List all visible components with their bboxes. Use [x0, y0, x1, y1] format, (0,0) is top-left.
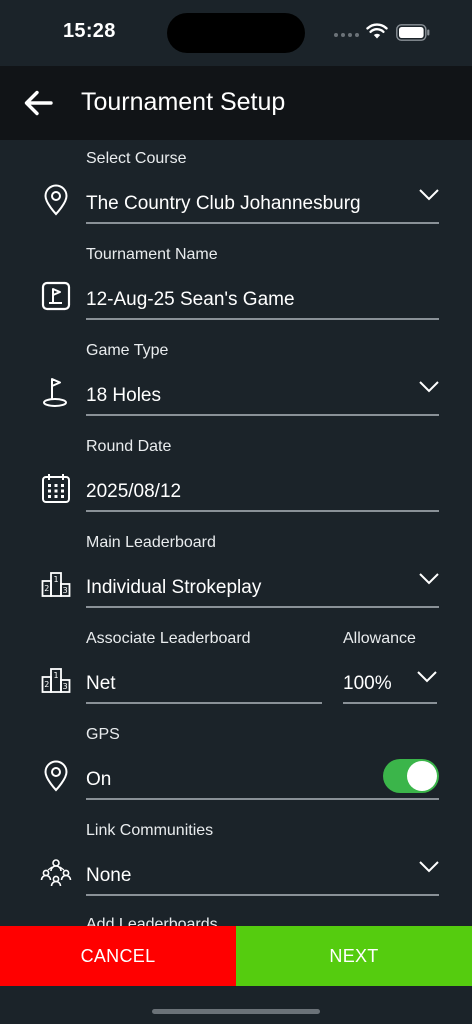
svg-text:3: 3: [63, 682, 68, 691]
gps-field: GPS On: [0, 716, 472, 812]
game-type-underline: [86, 414, 439, 416]
associate-leaderboard-value[interactable]: Net: [86, 673, 116, 695]
cellular-signal-icon: [334, 33, 359, 37]
svg-text:3: 3: [63, 586, 68, 595]
tournament-name-underline: [86, 318, 439, 320]
battery-icon: [396, 24, 430, 41]
golf-flag-icon: [38, 374, 74, 410]
status-bar: 15:28: [0, 0, 472, 66]
associate-leaderboard-row: Associate Leaderboard 1 2 3 Net Allowanc…: [0, 620, 472, 716]
podium-icon: 1 2 3: [38, 662, 74, 698]
course-value: The Country Club Johannesburg: [86, 193, 361, 214]
game-type-label: Game Type: [86, 342, 169, 359]
link-communities-value: None: [86, 865, 132, 886]
allowance-label: Allowance: [343, 630, 416, 647]
round-date-value: 2025/08/12: [86, 481, 182, 502]
link-communities-label: Link Communities: [86, 822, 214, 839]
svg-text:1: 1: [53, 575, 58, 584]
back-button[interactable]: [18, 86, 58, 120]
main-leaderboard-select[interactable]: Main Leaderboard 1 2 3 Individual Stroke…: [0, 524, 472, 620]
location-pin-icon: [38, 758, 74, 794]
gps-toggle[interactable]: [383, 759, 439, 793]
chevron-down-icon: [419, 189, 439, 201]
app-header: Tournament Setup: [0, 66, 472, 140]
tournament-name-label: Tournament Name: [86, 246, 218, 263]
chevron-down-icon: [419, 381, 439, 393]
gps-label: GPS: [86, 726, 120, 743]
allowance-underline: [343, 702, 437, 704]
chevron-down-icon: [419, 573, 439, 585]
home-indicator[interactable]: [152, 1009, 320, 1014]
wifi-icon: [366, 23, 388, 39]
location-pin-icon: [38, 182, 74, 218]
next-button[interactable]: NEXT: [236, 926, 472, 986]
course-label: Select Course: [86, 150, 187, 167]
course-select[interactable]: Select Course The Country Club Johannesb…: [0, 140, 472, 236]
cancel-button[interactable]: CANCEL: [0, 926, 236, 986]
round-date-label: Round Date: [86, 438, 172, 455]
associate-leaderboard-label: Associate Leaderboard: [86, 630, 251, 647]
chevron-down-icon[interactable]: [416, 670, 438, 684]
allowance-value[interactable]: 100%: [343, 673, 392, 695]
gps-value: On: [86, 769, 112, 790]
main-leaderboard-value: Individual Strokeplay: [86, 577, 262, 598]
arrow-left-icon: [24, 90, 53, 116]
svg-text:2: 2: [44, 584, 49, 593]
link-communities-select[interactable]: Link Communities None: [0, 812, 472, 908]
calendar-icon: [38, 470, 74, 506]
svg-text:1: 1: [53, 671, 58, 680]
link-communities-underline: [86, 894, 439, 896]
svg-text:2: 2: [44, 680, 49, 689]
tournament-name-value: 12-Aug-25 Sean's Game: [86, 289, 295, 310]
status-time: 15:28: [63, 20, 116, 42]
dynamic-island: [167, 13, 305, 53]
tournament-name-field[interactable]: Tournament Name 12-Aug-25 Sean's Game: [0, 236, 472, 332]
round-date-underline: [86, 510, 439, 512]
main-leaderboard-label: Main Leaderboard: [86, 534, 216, 551]
flag-card-icon: [38, 278, 74, 314]
podium-icon: 1 2 3: [38, 566, 74, 602]
associate-leaderboard-underline: [86, 702, 322, 704]
round-date-field[interactable]: Round Date 2025/08/12: [0, 428, 472, 524]
page-title: Tournament Setup: [81, 88, 286, 116]
community-icon: [38, 854, 74, 890]
course-underline: [86, 222, 439, 224]
game-type-value: 18 Holes: [86, 385, 161, 406]
gps-toggle-knob: [407, 761, 437, 791]
tournament-form: Select Course The Country Club Johannesb…: [0, 140, 472, 926]
game-type-select[interactable]: Game Type 18 Holes: [0, 332, 472, 428]
add-leaderboards-label: Add Leaderboards: [86, 916, 218, 926]
chevron-down-icon: [419, 861, 439, 873]
gps-underline: [86, 798, 439, 800]
main-leaderboard-underline: [86, 606, 439, 608]
footer-actions: CANCEL NEXT: [0, 926, 472, 986]
